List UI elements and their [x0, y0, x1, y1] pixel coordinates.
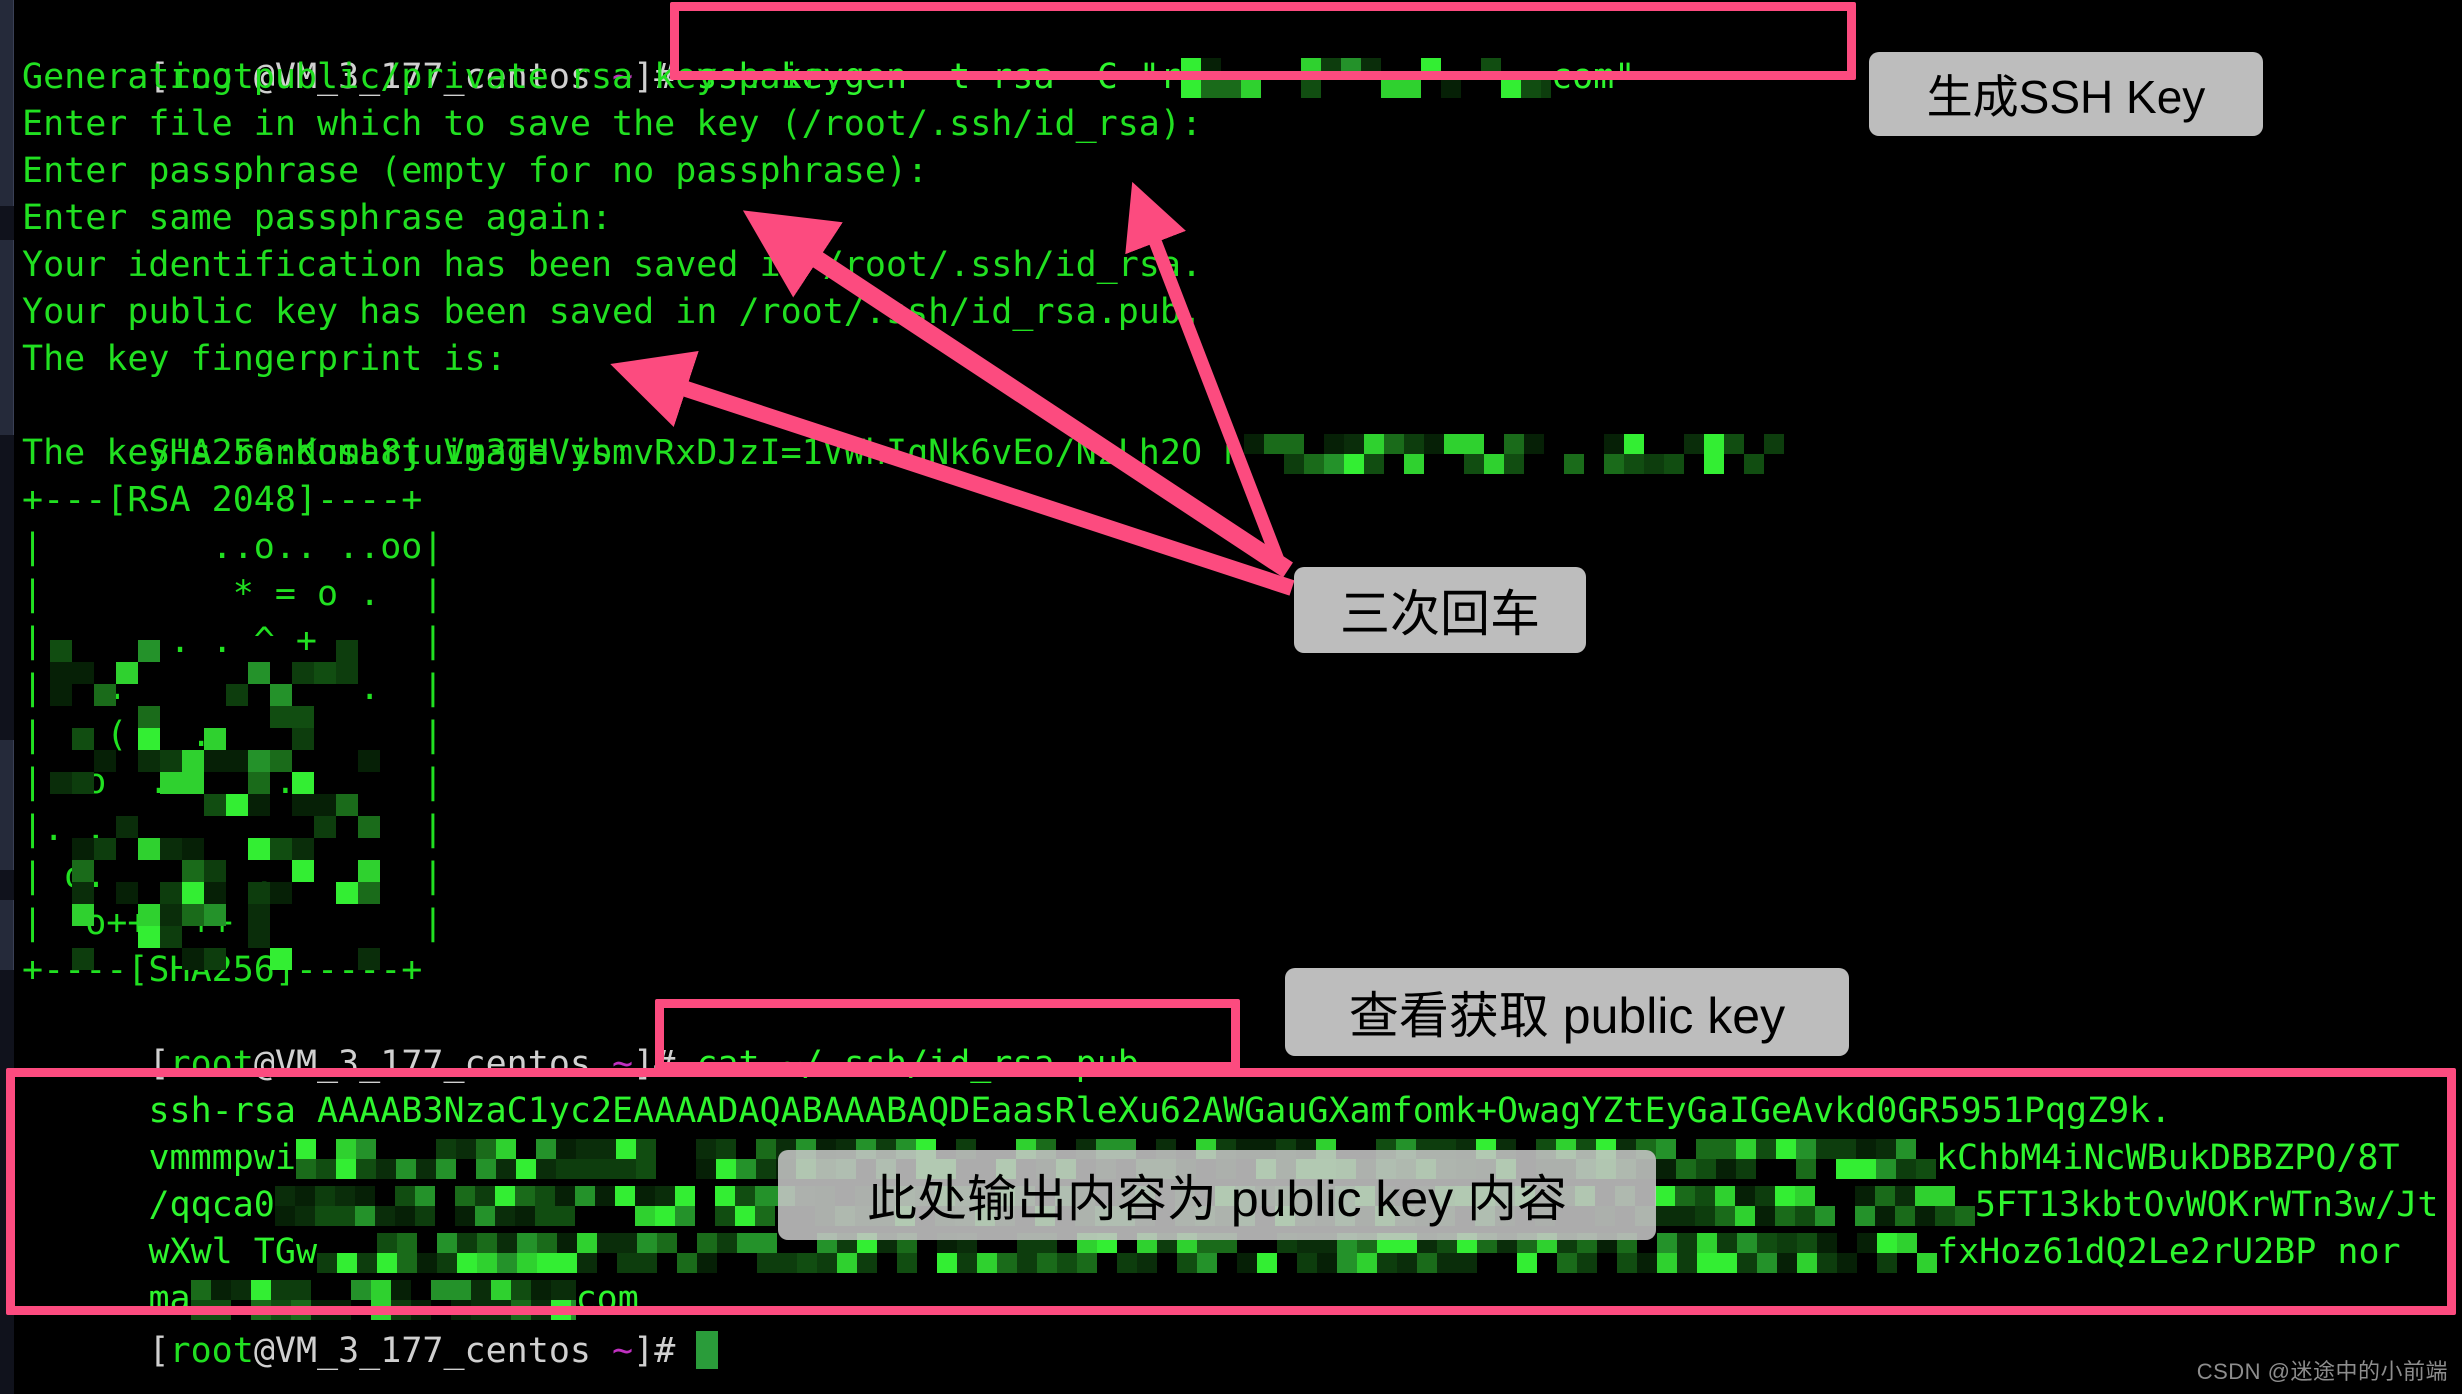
- randomart-mosaic-overlay: [50, 640, 380, 970]
- terminal-line-generating: Generating public/private rsa key pair.: [22, 57, 844, 97]
- pubkey-line-1: ssh-rsa AAAAB3NzaC1yc2EAAAADAQABAAABAQDE…: [22, 1041, 2171, 1131]
- pubkey-line-2: vmmmpwi kChbM4iNcWBukDBBZPO/8T: [22, 1088, 2400, 1179]
- text-cursor-block[interactable]: [696, 1331, 719, 1369]
- pubkey-text-right: fxHoz61dQ2Le2rU2BP nor: [1937, 1232, 2401, 1272]
- prompt-bracket-open: [: [148, 1331, 170, 1371]
- terminal-line-fingerprint-label: The key fingerprint is:: [22, 339, 507, 379]
- annotation-three-enters: 三次回车: [1294, 567, 1586, 653]
- pubkey-line-5: ma com: [22, 1229, 639, 1320]
- annotation-output-is-public-key: 此处输出内容为 public key 内容: [778, 1150, 1656, 1240]
- prompt-bracket-close: ]#: [633, 1331, 676, 1371]
- terminal-line-publickey-saved: Your public key has been saved in /root/…: [22, 292, 1203, 332]
- randomart-row: | * = o . |: [22, 574, 444, 614]
- randomart-top-border: +---[RSA 2048]----+: [22, 480, 423, 520]
- annotation-view-public-key: 查看获取 public key: [1285, 968, 1849, 1056]
- terminal-line-final-prompt: [root@VM_3_177_centos ~]#: [22, 1281, 719, 1371]
- redacted-email-mosaic: [1181, 58, 1552, 98]
- terminal-line-randomart-label: The key's randomart image is:: [22, 433, 634, 473]
- command-ssh-keygen-tail: com": [1551, 57, 1636, 97]
- redacted-comment-mosaic: [1244, 434, 1785, 474]
- scrollbar-track[interactable]: [0, 0, 14, 1394]
- terminal-window: [root@VM_3_177_centos ~]# ssh-keygen -t …: [0, 0, 2462, 1394]
- terminal-line-command-cat: [root@VM_3_177_centos ~]# cat ~/.ssh/id_…: [22, 994, 1138, 1084]
- terminal-line-enter-file: Enter file in which to save the key (/ro…: [22, 104, 1203, 144]
- randomart-row: | ..o.. ..oo|: [22, 527, 444, 567]
- watermark: CSDN @迷途中的小前端: [2196, 1359, 2448, 1384]
- prompt-tilde: ~: [612, 1331, 634, 1371]
- scrollbar-thumb-4[interactable]: [0, 900, 14, 970]
- scrollbar-thumb-2[interactable]: [0, 240, 14, 435]
- scrollbar-thumb-3[interactable]: [0, 740, 14, 870]
- scrollbar-thumb[interactable]: [0, 0, 14, 206]
- terminal-line-command-keygen: [root@VM_3_177_centos ~]# ssh-keygen -t …: [22, 7, 1635, 98]
- terminal-line-sha256: SHA256:KusL8juVg3THVybmvRxDJzI=1VWhIqNk6…: [22, 383, 1785, 474]
- prompt-user: root: [169, 1331, 254, 1371]
- terminal-line-enter-same-passphrase: Enter same passphrase again:: [22, 198, 613, 238]
- prompt-host: @VM_3_177_centos: [253, 1331, 613, 1371]
- terminal-line-identification-saved: Your identification has been saved in /r…: [22, 245, 1203, 285]
- annotation-generate-ssh-key: 生成SSH Key: [1869, 52, 2263, 136]
- terminal-line-enter-passphrase: Enter passphrase (empty for no passphras…: [22, 151, 929, 191]
